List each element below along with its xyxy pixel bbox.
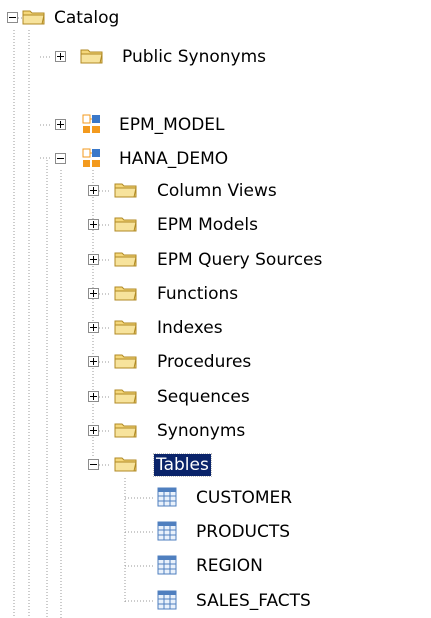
tree-node-folder-tables[interactable]: Tables bbox=[0, 450, 431, 480]
tree-label-table[interactable]: SALES_FACTS bbox=[194, 590, 313, 612]
tree-label-epm-model[interactable]: EPM_MODEL bbox=[117, 114, 227, 136]
tree-node-folder[interactable]: Indexes bbox=[0, 313, 431, 343]
schema-icon bbox=[82, 114, 106, 134]
folder-icon bbox=[114, 386, 138, 406]
tree-node-folder[interactable]: Column Views bbox=[0, 176, 431, 206]
expand-toggle[interactable] bbox=[88, 288, 99, 299]
tree-node-folder[interactable]: Procedures bbox=[0, 347, 431, 377]
folder-icon bbox=[114, 214, 138, 234]
tree-label-folder[interactable]: EPM Query Sources bbox=[155, 249, 324, 271]
tree-label-folder[interactable]: Functions bbox=[155, 283, 240, 305]
folder-icon bbox=[114, 420, 138, 440]
tree-node-table[interactable]: SALES_FACTS bbox=[0, 586, 431, 616]
tree-node-public-synonyms[interactable]: Public Synonyms bbox=[0, 42, 431, 72]
tree-label-folder[interactable]: EPM Models bbox=[155, 214, 260, 236]
tree-label-hana-demo[interactable]: HANA_DEMO bbox=[117, 148, 230, 170]
folder-icon bbox=[114, 454, 138, 474]
tree-label-folder[interactable]: Indexes bbox=[155, 317, 225, 339]
tree-node-schema-hana-demo[interactable]: HANA_DEMO bbox=[0, 144, 431, 174]
expand-toggle[interactable] bbox=[88, 322, 99, 333]
tree-node-folder[interactable]: Synonyms bbox=[0, 416, 431, 446]
folder-icon bbox=[80, 46, 104, 66]
expand-toggle[interactable] bbox=[88, 219, 99, 230]
tree-label-table[interactable]: CUSTOMER bbox=[194, 487, 294, 509]
catalog-tree: Catalog Public Synonyms EPM_MODEL HANA_D… bbox=[0, 0, 431, 618]
tree-label-table[interactable]: REGION bbox=[194, 555, 265, 577]
tree-label-catalog[interactable]: Catalog bbox=[52, 7, 121, 29]
tree-node-folder[interactable]: EPM Models bbox=[0, 210, 431, 240]
tree-label-public-synonyms[interactable]: Public Synonyms bbox=[120, 46, 268, 68]
collapse-toggle[interactable] bbox=[7, 12, 18, 23]
expand-toggle[interactable] bbox=[88, 185, 99, 196]
tree-node-table[interactable]: CUSTOMER bbox=[0, 483, 431, 513]
collapse-toggle[interactable] bbox=[55, 153, 66, 164]
tree-label-folder[interactable]: Procedures bbox=[155, 351, 253, 373]
table-icon bbox=[157, 555, 181, 575]
tree-node-table[interactable]: REGION bbox=[0, 551, 431, 581]
expand-toggle[interactable] bbox=[88, 391, 99, 402]
tree-node-schema-epm-model[interactable]: EPM_MODEL bbox=[0, 110, 431, 140]
table-icon bbox=[157, 487, 181, 507]
table-icon bbox=[157, 521, 181, 541]
folder-icon bbox=[22, 7, 46, 27]
tree-node-catalog[interactable]: Catalog bbox=[0, 3, 431, 33]
collapse-toggle[interactable] bbox=[88, 459, 99, 470]
tree-node-folder[interactable]: EPM Query Sources bbox=[0, 245, 431, 275]
schema-icon bbox=[82, 148, 106, 168]
tree-node-folder[interactable]: Functions bbox=[0, 279, 431, 309]
folder-icon bbox=[114, 351, 138, 371]
expand-toggle[interactable] bbox=[88, 425, 99, 436]
folder-icon bbox=[114, 249, 138, 269]
folder-icon bbox=[114, 180, 138, 200]
expand-toggle[interactable] bbox=[88, 254, 99, 265]
tree-label-tables[interactable]: Tables bbox=[153, 453, 212, 477]
tree-label-table[interactable]: PRODUCTS bbox=[194, 521, 292, 543]
tree-label-folder[interactable]: Sequences bbox=[155, 386, 252, 408]
tree-node-folder[interactable]: Sequences bbox=[0, 382, 431, 412]
tree-label-folder[interactable]: Synonyms bbox=[155, 420, 247, 442]
expand-toggle[interactable] bbox=[88, 356, 99, 367]
tree-label-folder[interactable]: Column Views bbox=[155, 180, 279, 202]
folder-icon bbox=[114, 317, 138, 337]
expand-toggle[interactable] bbox=[55, 51, 66, 62]
expand-toggle[interactable] bbox=[55, 119, 66, 130]
folder-icon bbox=[114, 283, 138, 303]
table-icon bbox=[157, 590, 181, 610]
tree-node-table[interactable]: PRODUCTS bbox=[0, 517, 431, 547]
